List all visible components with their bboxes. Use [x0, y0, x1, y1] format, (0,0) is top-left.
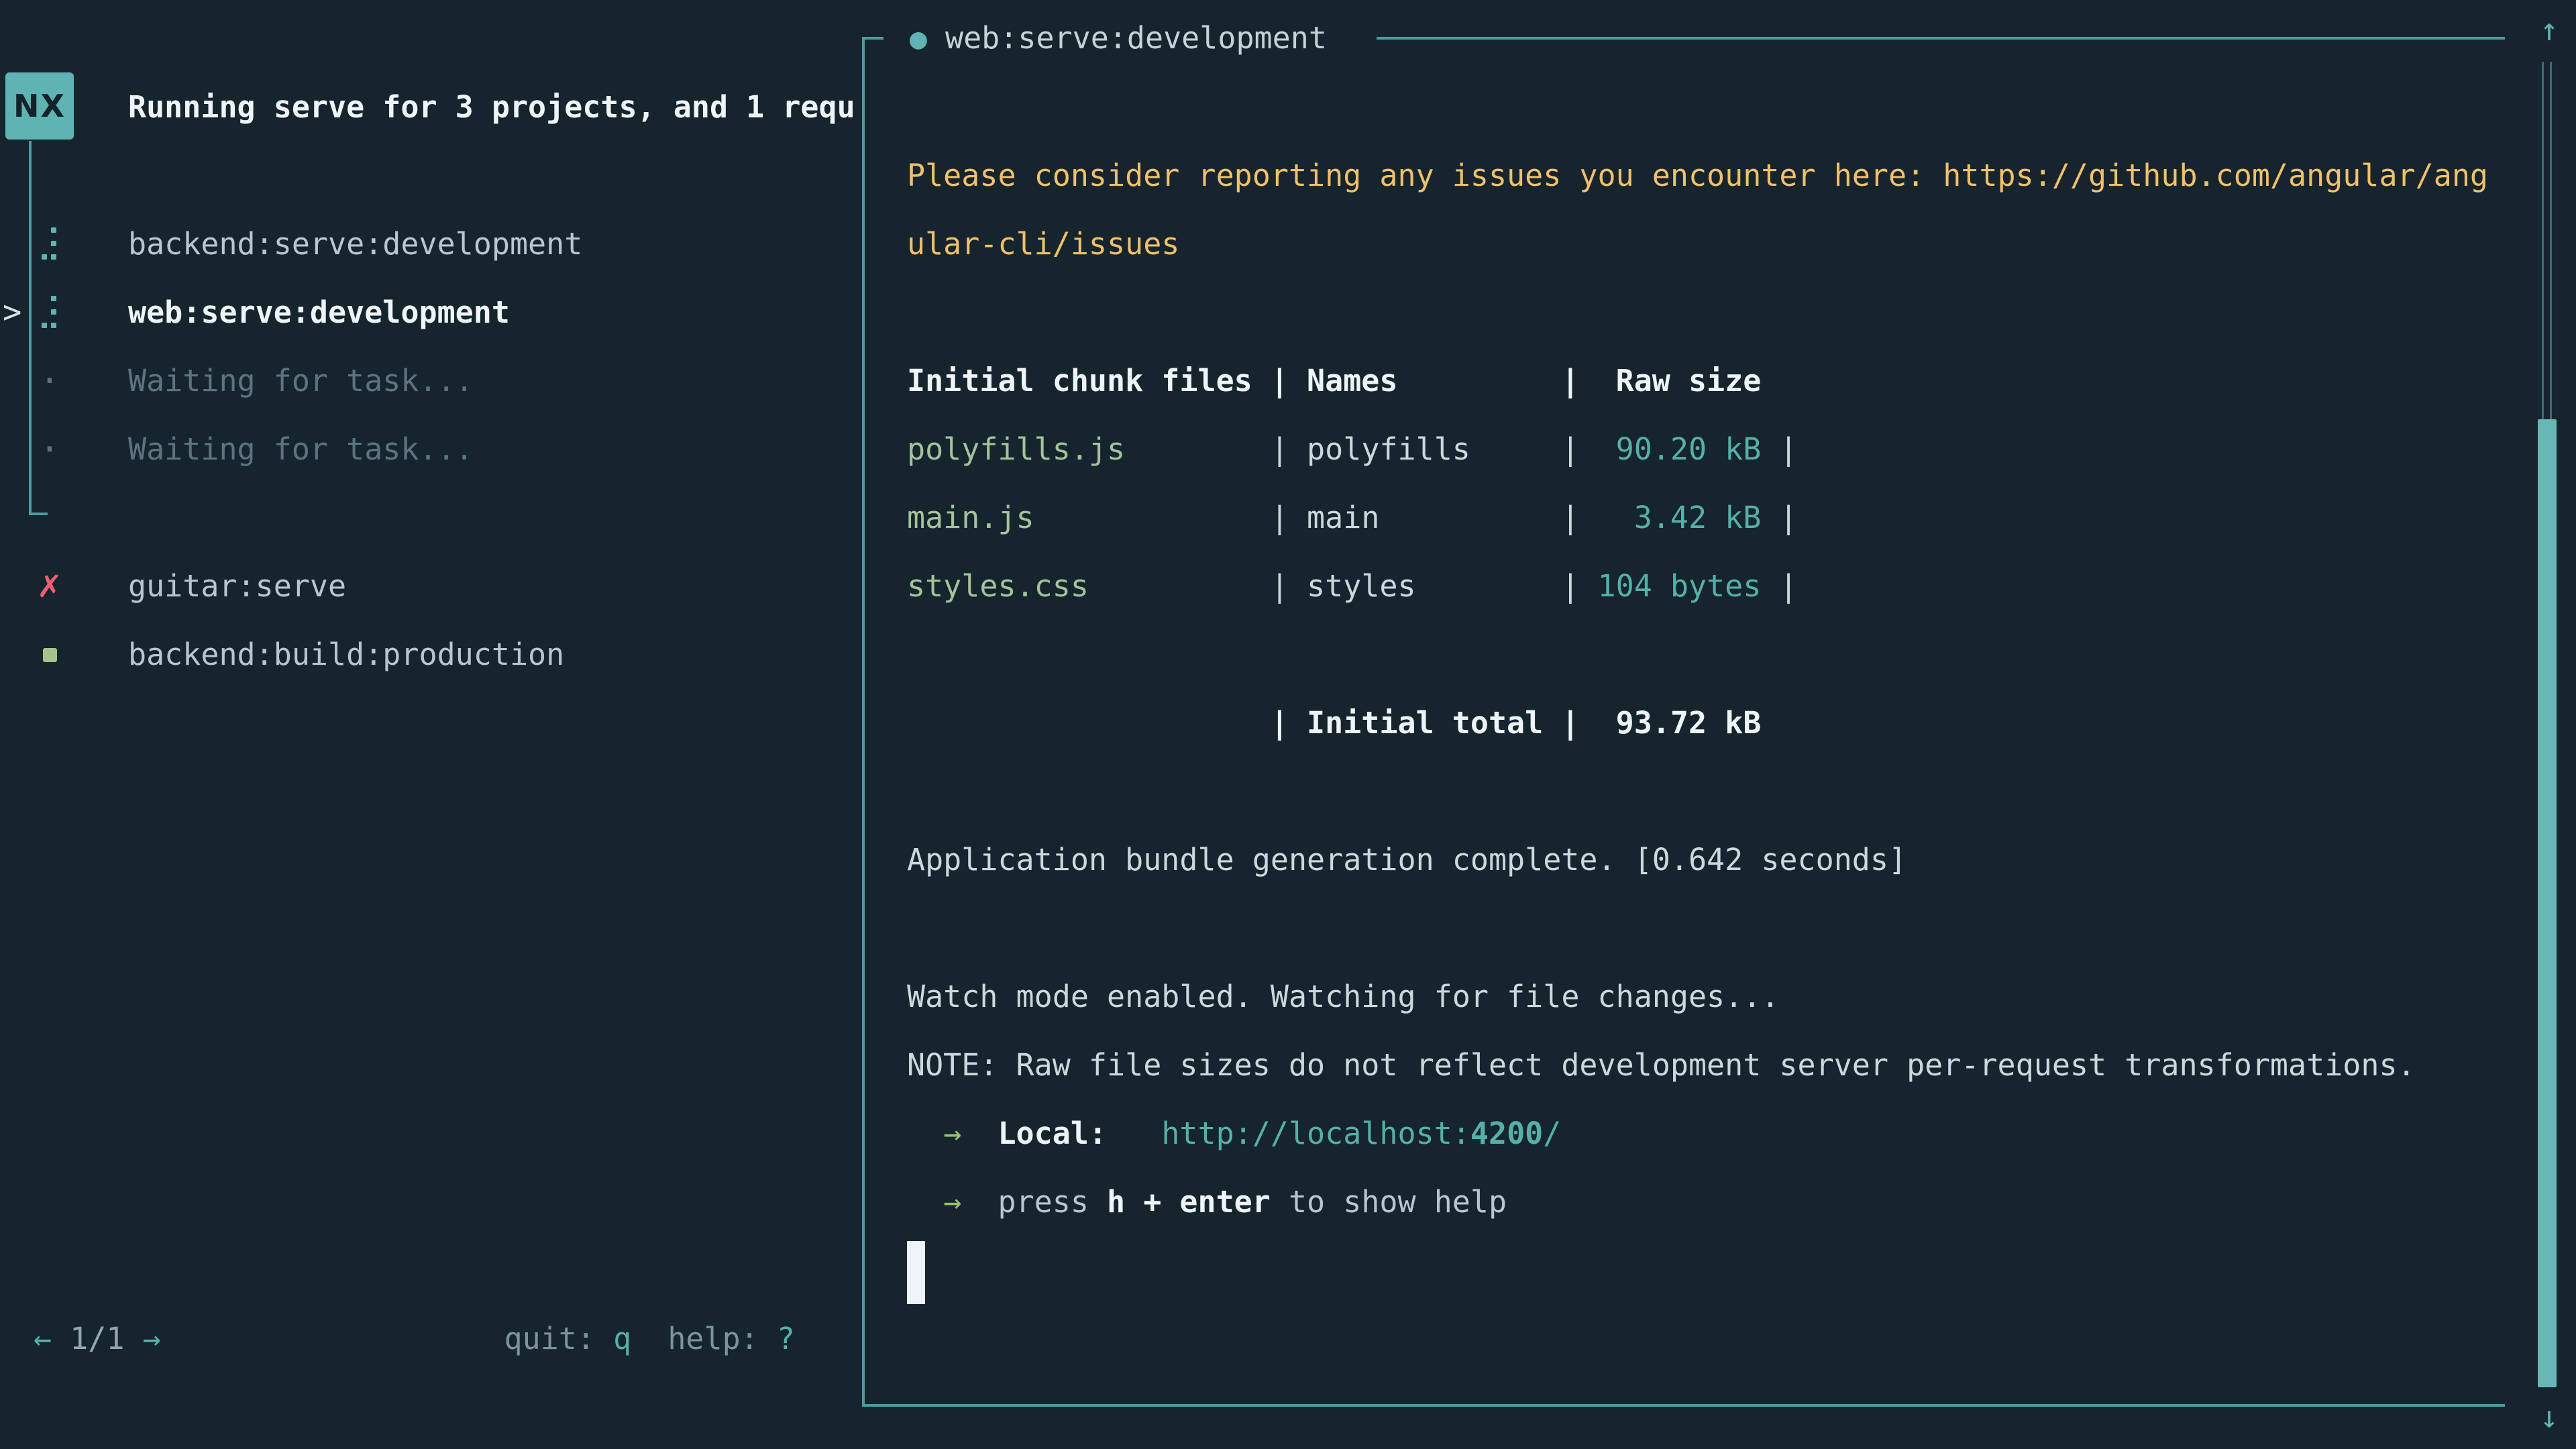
- task-label: backend:build:production: [128, 621, 564, 689]
- text-segment: to show help: [1271, 1184, 1507, 1220]
- task-list: backend:serve:development > web:serve:deve…: [0, 210, 862, 689]
- terminal-cursor: [907, 1241, 925, 1304]
- output-line: [907, 621, 2505, 689]
- local-url-link[interactable]: 4200: [1470, 1116, 1543, 1151]
- spinner-icon: [35, 278, 64, 347]
- output-line: Please consider reporting any issues you…: [907, 142, 2505, 210]
- output-line: NOTE: Raw file sizes do not reflect deve…: [907, 1031, 2505, 1099]
- text-segment: [961, 1184, 998, 1220]
- output-line: Initial chunk files | Names | Raw size: [907, 347, 2505, 415]
- panel-border-left: [862, 37, 865, 1407]
- text-segment: Watch mode enabled. Watching for file ch…: [907, 979, 1779, 1014]
- text-segment: styles.css: [907, 568, 1271, 604]
- text-segment: [961, 1116, 998, 1151]
- text-segment: | polyfills |: [1271, 431, 1598, 467]
- text-segment: |: [1761, 500, 1797, 535]
- app-title: Running serve for 3 projects, and 1 requ: [128, 73, 862, 142]
- quit-label: quit:: [504, 1321, 614, 1356]
- text-segment: polyfills.js: [907, 431, 1271, 467]
- text-segment: NOTE: Raw file sizes do not reflect deve…: [907, 1047, 2416, 1083]
- task-item[interactable]: backend:serve:development: [0, 210, 862, 278]
- panel-border-top-stub: [862, 37, 883, 40]
- output-line: Application bundle generation complete. …: [907, 826, 2505, 894]
- text-segment: | main |: [1271, 500, 1598, 535]
- text-segment: Application bundle generation complete. …: [907, 842, 1907, 877]
- text-segment: |: [1761, 431, 1797, 467]
- text-segment: Initial chunk files | Names | Raw size: [907, 363, 1761, 398]
- output-line: [907, 1236, 2505, 1305]
- text-segment: [1107, 1116, 1161, 1151]
- task-label: Waiting for task...: [128, 415, 474, 484]
- output-line: [907, 894, 2505, 963]
- shortcut-bar: quit: q help: ?: [0, 1305, 795, 1373]
- output-line: main.js | main | 3.42 kB |: [907, 484, 2505, 552]
- scrollbar-down-icon[interactable]: ↓: [2530, 1390, 2568, 1444]
- task-item[interactable]: ✗ guitar:serve: [0, 552, 862, 621]
- task-label: backend:serve:development: [128, 210, 582, 278]
- task-label: Waiting for task...: [128, 347, 474, 415]
- local-url-link[interactable]: /: [1543, 1116, 1561, 1151]
- text-segment: 104 bytes: [1598, 568, 1762, 604]
- scrollbar-thumb[interactable]: [2538, 419, 2557, 1387]
- selection-caret-icon: >: [3, 278, 30, 347]
- local-url-link[interactable]: http://localhost:: [1161, 1116, 1470, 1151]
- waiting-dot-icon: ·: [35, 347, 64, 415]
- text-segment: | Initial total | 93.72 kB: [907, 705, 1761, 741]
- output-line: | Initial total | 93.72 kB: [907, 689, 2505, 757]
- text-segment: ular-cli/issues: [907, 226, 1179, 262]
- output-line: polyfills.js | polyfills | 90.20 kB |: [907, 415, 2505, 484]
- task-item[interactable]: · Waiting for task...: [0, 347, 862, 415]
- panel-border-bottom: [862, 1404, 2505, 1407]
- spinner-icon: [35, 210, 64, 278]
- waiting-dot-icon: ·: [35, 415, 64, 484]
- help-key: ?: [777, 1321, 795, 1356]
- output-line: Watch mode enabled. Watching for file ch…: [907, 963, 2505, 1031]
- output-line: [907, 278, 2505, 347]
- panel-border-top: [1377, 37, 2505, 40]
- quit-key: q: [613, 1321, 631, 1356]
- nx-terminal-ui: NX Running serve for 3 projects, and 1 r…: [0, 0, 2576, 1449]
- output-line: ular-cli/issues: [907, 210, 2505, 278]
- task-list-gap: [0, 484, 862, 552]
- task-item[interactable]: backend:build:production: [0, 621, 862, 689]
- task-label: guitar:serve: [128, 552, 346, 621]
- arrow-icon: →: [943, 1116, 961, 1151]
- terminal-output: Please consider reporting any issues you…: [907, 142, 2505, 1305]
- task-item[interactable]: > web:serve:development: [0, 278, 862, 347]
- text-segment: | styles |: [1271, 568, 1598, 604]
- text-segment: Please consider reporting any issues you…: [907, 158, 2488, 193]
- nx-logo: NX: [5, 72, 74, 140]
- output-line: → Local: http://localhost:4200/: [907, 1099, 2505, 1168]
- text-segment: press: [998, 1184, 1107, 1220]
- error-cross-icon: ✗: [35, 552, 64, 621]
- text-segment: 90.20 kB: [1598, 431, 1762, 467]
- arrow-icon: →: [943, 1184, 961, 1220]
- running-bullet-icon: ●: [910, 22, 927, 56]
- output-line: → press h + enter to show help: [907, 1168, 2505, 1236]
- text-segment: main.js: [907, 500, 1271, 535]
- text-segment: [907, 1184, 943, 1220]
- text-segment: 3.42 kB: [1598, 500, 1762, 535]
- text-segment: h + enter: [1107, 1184, 1271, 1220]
- panel-title: ● web:serve:development: [910, 4, 1327, 72]
- text-segment: [907, 1116, 943, 1151]
- output-line: styles.css | styles | 104 bytes |: [907, 552, 2505, 621]
- task-item[interactable]: · Waiting for task...: [0, 415, 862, 484]
- help-label: help:: [667, 1321, 777, 1356]
- panel-title-text: web:serve:development: [945, 20, 1327, 56]
- text-segment: |: [1761, 568, 1797, 604]
- success-square-icon: [35, 621, 64, 689]
- task-label: web:serve:development: [128, 278, 510, 347]
- scrollbar-up-icon[interactable]: ↑: [2530, 3, 2568, 56]
- text-segment: Local:: [998, 1116, 1107, 1151]
- output-line: [907, 757, 2505, 826]
